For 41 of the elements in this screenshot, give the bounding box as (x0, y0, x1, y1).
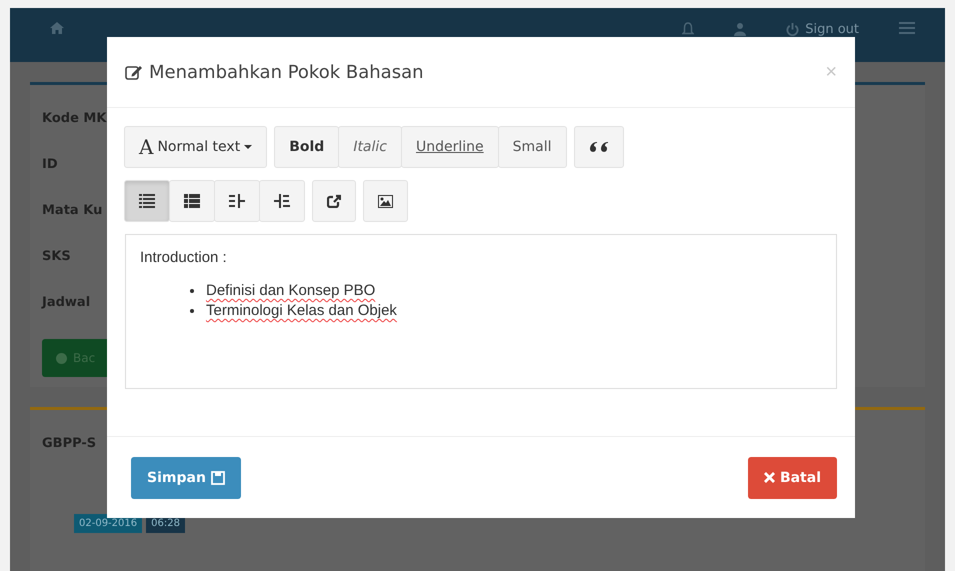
bullet-icon (190, 308, 194, 312)
list-format-button[interactable] (214, 180, 260, 222)
font-icon: A (139, 135, 154, 159)
list-icon (184, 194, 200, 208)
image-button[interactable] (363, 180, 408, 222)
list-format-button[interactable] (259, 180, 305, 222)
bullet-icon (190, 288, 194, 292)
quote-icon (588, 140, 609, 154)
close-icon (764, 472, 775, 483)
field-label: Mata Ku (42, 202, 102, 220)
list-format-button[interactable] (124, 180, 170, 222)
share-button[interactable] (312, 180, 356, 222)
edit-icon (125, 64, 143, 80)
editor-area[interactable]: Introduction : Definisi dan Konsep PBO Terminologi Kelas dan Objek (125, 234, 837, 389)
indent-icon (274, 194, 290, 208)
panel-title: GBPP-S (42, 434, 96, 452)
outdent-icon (229, 194, 245, 208)
format-button[interactable]: Italic (338, 126, 402, 168)
caret-icon (244, 145, 252, 149)
format-button[interactable]: Bold (274, 126, 340, 168)
cancel-button[interactable]: Batal (748, 456, 837, 498)
editor-heading: Introduction : (140, 249, 228, 266)
format-button[interactable]: Underline (401, 126, 499, 168)
text-style-dropdown[interactable]: A Normal text (124, 126, 268, 168)
floppy-icon (210, 470, 225, 484)
quote-button[interactable] (574, 126, 624, 168)
power-icon (786, 23, 800, 36)
list-item-text: Definisi dan Konsep PBO (206, 282, 376, 299)
modal-title: Menambahkan Pokok Bahasan (149, 62, 424, 82)
field-label: Jadwal (42, 294, 90, 312)
field-label: ID (42, 156, 58, 174)
image-icon (378, 194, 393, 208)
format-button[interactable]: Small (498, 126, 567, 168)
sign-out-link[interactable]: Sign out (786, 22, 859, 37)
field-label: Kode MK (42, 110, 106, 128)
share-icon (327, 194, 341, 208)
field-label: SKS (42, 248, 71, 266)
list-item-text: Terminologi Kelas dan Objek (206, 302, 397, 319)
list-format-button[interactable] (169, 180, 215, 222)
save-button[interactable]: Simpan (131, 456, 241, 498)
list-icon (139, 194, 155, 208)
